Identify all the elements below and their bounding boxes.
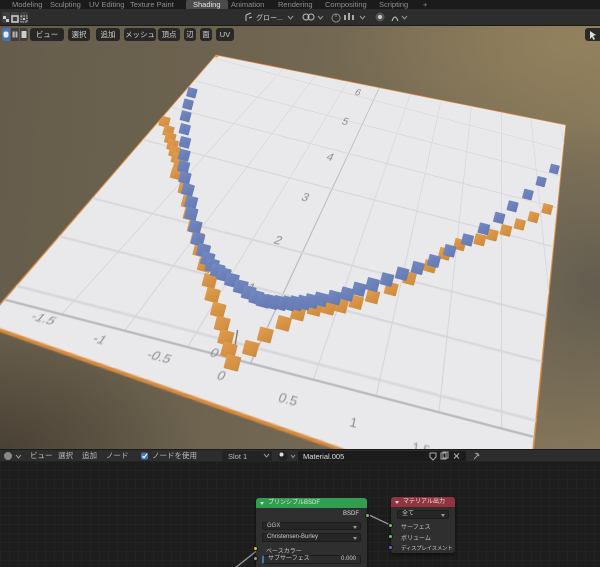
svg-text:グロー...: グロー... [256, 13, 283, 22]
